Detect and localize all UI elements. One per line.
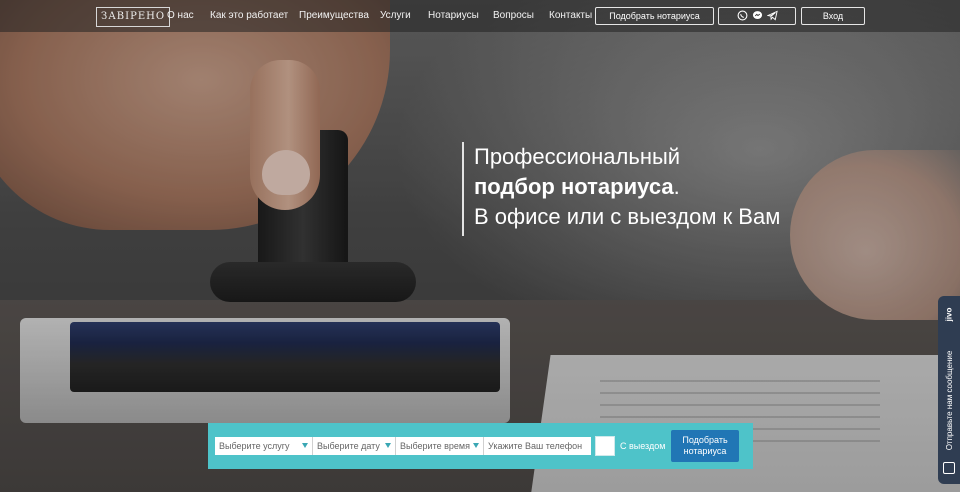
nav-item-how-it-works[interactable]: Как это работает	[210, 10, 288, 21]
headline-line-1: Профессиональный	[474, 144, 681, 169]
phone-input-placeholder: Укажите Ваш телефон	[488, 441, 583, 451]
notary-search-form: Выберите услугу Выберите дату Выберите в…	[208, 423, 753, 469]
nav-item-advantages[interactable]: Преимущества	[299, 10, 369, 21]
nav-item-contacts[interactable]: Контакты	[549, 10, 592, 21]
date-select-placeholder: Выберите дату	[317, 441, 380, 451]
find-notary-submit-button[interactable]: Подобрать нотариуса	[671, 430, 739, 462]
chat-icon	[943, 462, 955, 474]
site-logo[interactable]: ЗАВІРЕНО	[96, 7, 171, 27]
top-navigation-bar: ЗАВІРЕНО О нас Как это работает Преимуще…	[0, 0, 960, 32]
phone-input[interactable]: Укажите Ваш телефон	[484, 437, 591, 455]
chevron-down-icon	[302, 443, 308, 448]
headline-line-3: В офисе или с выездом к Вам	[474, 204, 781, 229]
service-select[interactable]: Выберите услугу	[215, 437, 313, 455]
dark-overlay	[0, 0, 960, 492]
chevron-down-icon	[385, 443, 391, 448]
nav-item-faq[interactable]: Вопросы	[493, 10, 534, 21]
nav-item-services[interactable]: Услуги	[380, 10, 411, 21]
chevron-down-icon	[473, 443, 479, 448]
chat-brand-label: jivo	[944, 307, 954, 322]
messenger-links	[718, 7, 796, 25]
chat-prompt-label: Отправьте нам сообщение	[945, 350, 954, 451]
date-select[interactable]: Выберите дату	[313, 437, 396, 455]
nav-item-about[interactable]: О нас	[167, 10, 194, 21]
time-select-placeholder: Выберите время	[400, 441, 470, 451]
headline-period: .	[673, 174, 680, 199]
viber-icon[interactable]	[737, 10, 748, 23]
hero-headline: Профессиональный подбор нотариуса. В офи…	[462, 142, 780, 236]
messenger-icon[interactable]	[752, 10, 763, 23]
visit-checkbox-label: С выездом	[620, 441, 666, 451]
submit-button-label: Подобрать нотариуса	[682, 435, 728, 456]
find-notary-header-button[interactable]: Подобрать нотариуса	[595, 7, 714, 25]
hero-background	[0, 0, 960, 492]
visit-checkbox[interactable]	[595, 436, 615, 456]
nav-item-notaries[interactable]: Нотариусы	[428, 10, 479, 21]
headline-bold-phrase: подбор нотариуса	[474, 174, 674, 199]
login-button[interactable]: Вход	[801, 7, 865, 25]
telegram-icon[interactable]	[765, 10, 778, 23]
headline-line-2: подбор нотариуса.	[474, 172, 780, 202]
chat-widget-tab[interactable]: jivo Отправьте нам сообщение	[938, 296, 960, 484]
service-select-placeholder: Выберите услугу	[219, 441, 290, 451]
time-select[interactable]: Выберите время	[396, 437, 484, 455]
